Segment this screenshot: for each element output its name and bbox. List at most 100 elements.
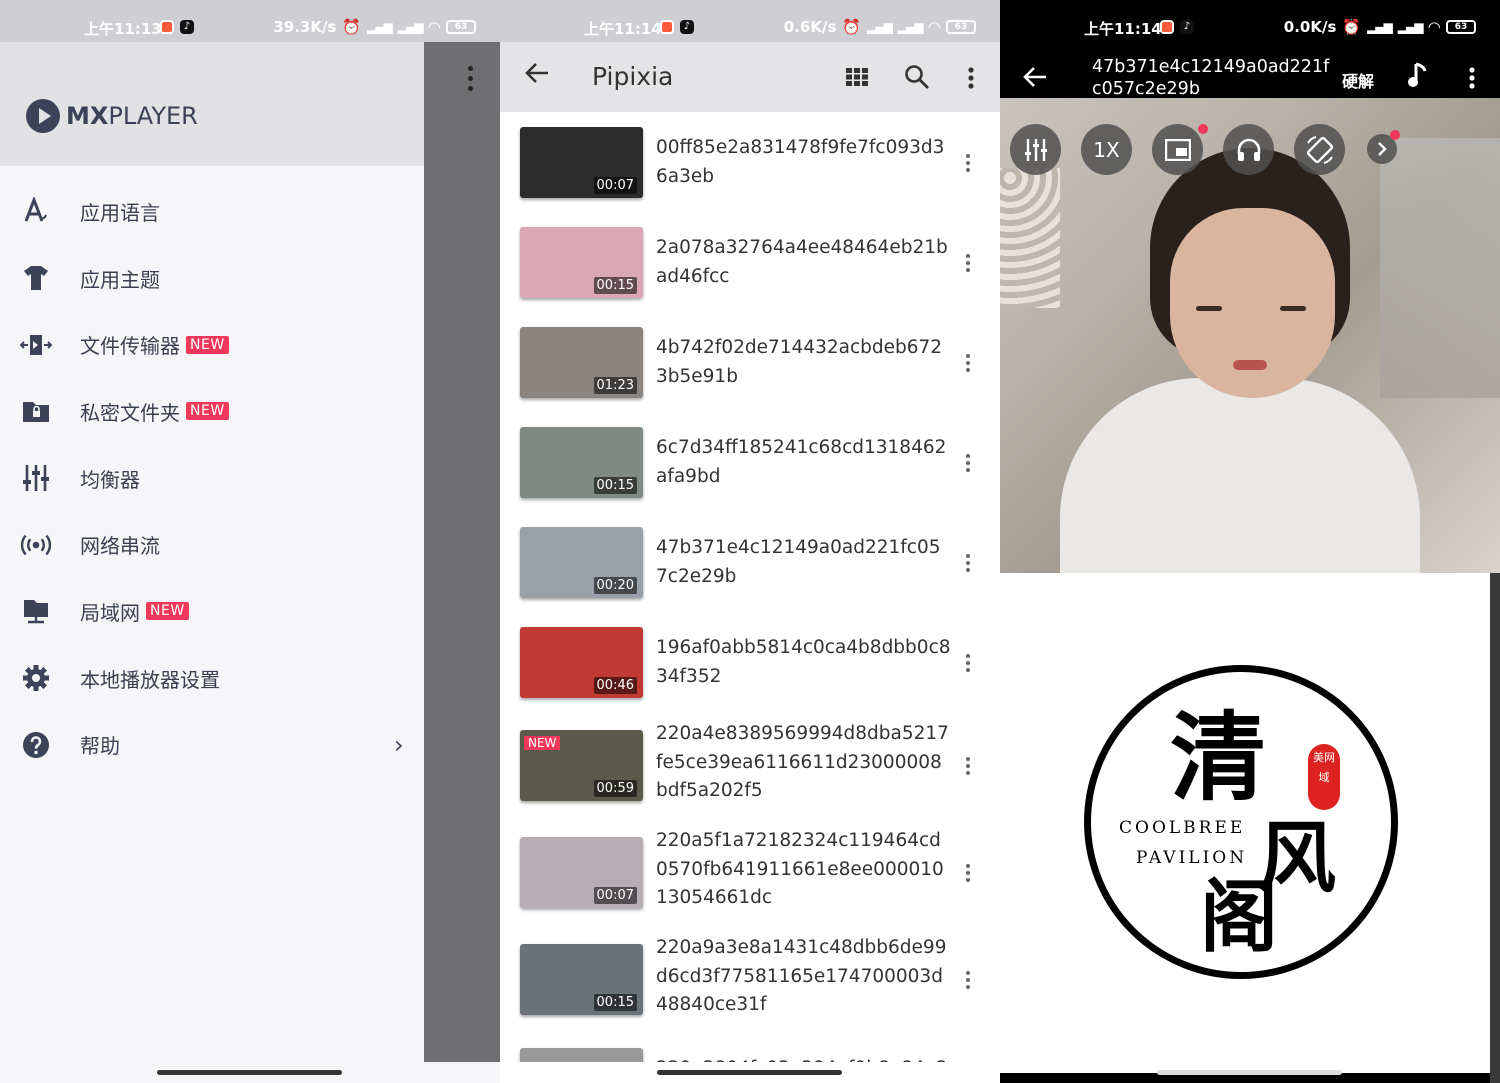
wifi-icon: ◠ (428, 18, 440, 36)
equalizer-icon (20, 462, 52, 494)
navigation-drawer: MXPLAYER 应用语言应用主题文件传输器 NEW 私密文件夹 NEW 均衡器 网络串流… (0, 42, 424, 1062)
status-time: 上午11:13 (84, 20, 162, 38)
home-indicator[interactable] (1157, 1070, 1342, 1075)
background-play-button[interactable] (1223, 124, 1274, 175)
speed-button[interactable]: 1X (1081, 124, 1132, 175)
home-indicator[interactable] (657, 1070, 842, 1075)
tiktok-icon: ♪ (680, 20, 694, 34)
more-icon[interactable] (966, 354, 971, 375)
drawer-item-label: 应用语言 (80, 200, 160, 225)
video-thumbnail: 00:46 (520, 627, 643, 698)
home-indicator[interactable] (157, 1070, 342, 1075)
more-icon[interactable] (966, 757, 971, 778)
video-thumbnail: 00:15 (520, 944, 643, 1015)
video-title: 47b371e4c12149a0ad221fc057c2e29b (1092, 57, 1330, 99)
more-icon[interactable] (966, 554, 971, 575)
video-thumbnail (520, 1048, 643, 1062)
watermark-char: 清 (1170, 701, 1266, 814)
app-bar: Pipixia (500, 42, 1000, 112)
drawer-panel: 上午11:13 ♪ 39.3K/s ⏰ ▂▄▆ ▂▄▆ ◠ 63 MXPLAYE… (0, 0, 500, 1083)
new-badge: NEW (186, 335, 229, 354)
rotate-button[interactable] (1294, 124, 1345, 175)
video-row[interactable]: 01:23 4b742f02de714432acbdeb6723b5e91b (500, 312, 1000, 412)
more-icon[interactable] (967, 66, 975, 94)
back-arrow-icon[interactable] (1022, 64, 1048, 94)
net-speed: 0.6K/s (783, 18, 837, 36)
popup-play-button[interactable] (1152, 124, 1203, 175)
video-row[interactable]: 00:07 00ff85e2a831478f9fe7fc093d36a3eb (500, 112, 1000, 212)
video-duration: 00:46 (593, 677, 637, 694)
wifi-icon: ◠ (928, 18, 940, 36)
net-speed: 0.0K/s (1283, 18, 1337, 36)
translate-icon (20, 195, 52, 227)
video-frame-eye (1196, 306, 1222, 311)
battery-icon: 63 (446, 20, 476, 34)
logo-text-light: PLAYER (108, 102, 198, 130)
notification-icon (660, 20, 674, 34)
video-frame-body (1060, 378, 1420, 573)
watermark-english: PAVILION (1136, 848, 1248, 868)
drawer-item[interactable]: 网络串流 (0, 511, 424, 578)
decoder-button[interactable]: 硬解 (1342, 68, 1374, 92)
video-frame-lips (1233, 360, 1267, 370)
video-row[interactable]: 00:20 47b371e4c12149a0ad221fc057c2e29b (500, 512, 1000, 612)
grid-view-icon[interactable] (846, 68, 868, 90)
status-bar: 上午11:14 ♪ 0.0K/s ⏰ ▂▄▆ ▂▄▆ ◠ 63 (1000, 0, 1500, 42)
video-row[interactable]: 00:15 2a078a32764a4ee48464eb21bad46fcc (500, 212, 1000, 312)
tiktok-icon: ♪ (180, 20, 194, 34)
drawer-item-label: 本地播放器设置 (80, 667, 220, 692)
more-icon[interactable] (966, 654, 971, 675)
more-icon[interactable] (966, 454, 971, 475)
drawer-menu: 应用语言应用主题文件传输器 NEW 私密文件夹 NEW 均衡器 网络串流 局域网 NEW 本地播… (0, 178, 424, 778)
status-bar: 上午11:14 ♪ 0.6K/s ⏰ ▂▄▆ ▂▄▆ ◠ 63 (500, 0, 1000, 42)
drawer-item[interactable]: 均衡器 (0, 445, 424, 512)
video-name: 47b371e4c12149a0ad221fc057c2e29b (656, 537, 941, 587)
video-row[interactable]: 00:15 6c7d34ff185241c68cd1318462afa9bd (500, 412, 1000, 512)
video-frame-eye (1280, 306, 1306, 311)
watermark-seal: 美网域 (1308, 744, 1340, 810)
signal-icon: ▂▄▆ (397, 20, 424, 34)
search-icon[interactable] (904, 64, 930, 94)
drawer-item-label: 应用主题 (80, 267, 160, 292)
more-icon[interactable] (966, 864, 971, 885)
drawer-scrim[interactable] (424, 42, 500, 1062)
video-row[interactable]: 00:07 220a5f1a72182324c119464cd0570fb6419… (500, 819, 1000, 926)
music-note-icon[interactable] (1408, 62, 1428, 92)
signal-icon: ▂▄▆ (867, 20, 893, 34)
equalizer-button[interactable] (1010, 124, 1061, 175)
more-icon[interactable] (1468, 66, 1476, 94)
signal-icon: ▂▄▆ (367, 20, 393, 34)
more-icon (466, 66, 474, 96)
new-badge: NEW (524, 736, 561, 750)
chevron-right-icon (1378, 142, 1387, 156)
more-icon[interactable] (966, 971, 971, 992)
stream-icon (20, 529, 52, 561)
drawer-item[interactable]: 应用主题 (0, 245, 424, 312)
drawer-item[interactable]: 应用语言 (0, 178, 424, 245)
drawer-item-label: 帮助 (80, 734, 120, 759)
drawer-item[interactable]: 文件传输器 NEW (0, 311, 424, 378)
drawer-item[interactable]: 私密文件夹 NEW (0, 378, 424, 445)
video-duration: 01:23 (593, 377, 637, 394)
new-badge: NEW (186, 402, 229, 421)
video-duration: 00:20 (593, 577, 637, 594)
video-name: 196af0abb5814c0ca4b8dbb0c834f352 (656, 637, 951, 687)
battery-icon: 63 (1446, 20, 1476, 34)
logo-text-bold: MX (66, 102, 109, 130)
watermark-char: 阁 (1200, 872, 1279, 963)
video-row[interactable]: NEW 00:59 220a4e8389569994d8dba5217fe5ce39… (500, 712, 1000, 819)
video-row[interactable]: 00:46 196af0abb5814c0ca4b8dbb0c834f352 (500, 612, 1000, 712)
video-row[interactable]: 220a3804fc03a394af0b8a84e2 (500, 1033, 1000, 1062)
back-arrow-icon[interactable] (524, 60, 550, 90)
more-icon[interactable] (966, 154, 971, 175)
video-name: 220a5f1a72182324c119464cd0570fb641911661… (656, 830, 944, 908)
drawer-item[interactable]: 本地播放器设置 (0, 645, 424, 712)
video-row[interactable]: 00:15 220a9a3e8a1431c48dbb6de99d6cd3f7758… (500, 926, 1000, 1033)
drawer-item[interactable]: 帮助 › (0, 712, 424, 779)
more-icon[interactable] (966, 254, 971, 275)
drawer-item[interactable]: 局域网 NEW (0, 578, 424, 645)
video-duration: 00:15 (593, 477, 637, 494)
status-bar: 上午11:13 ♪ 39.3K/s ⏰ ▂▄▆ ▂▄▆ ◠ 63 (0, 0, 500, 42)
help-icon (20, 729, 52, 761)
video-thumbnail: 00:15 (520, 427, 643, 498)
